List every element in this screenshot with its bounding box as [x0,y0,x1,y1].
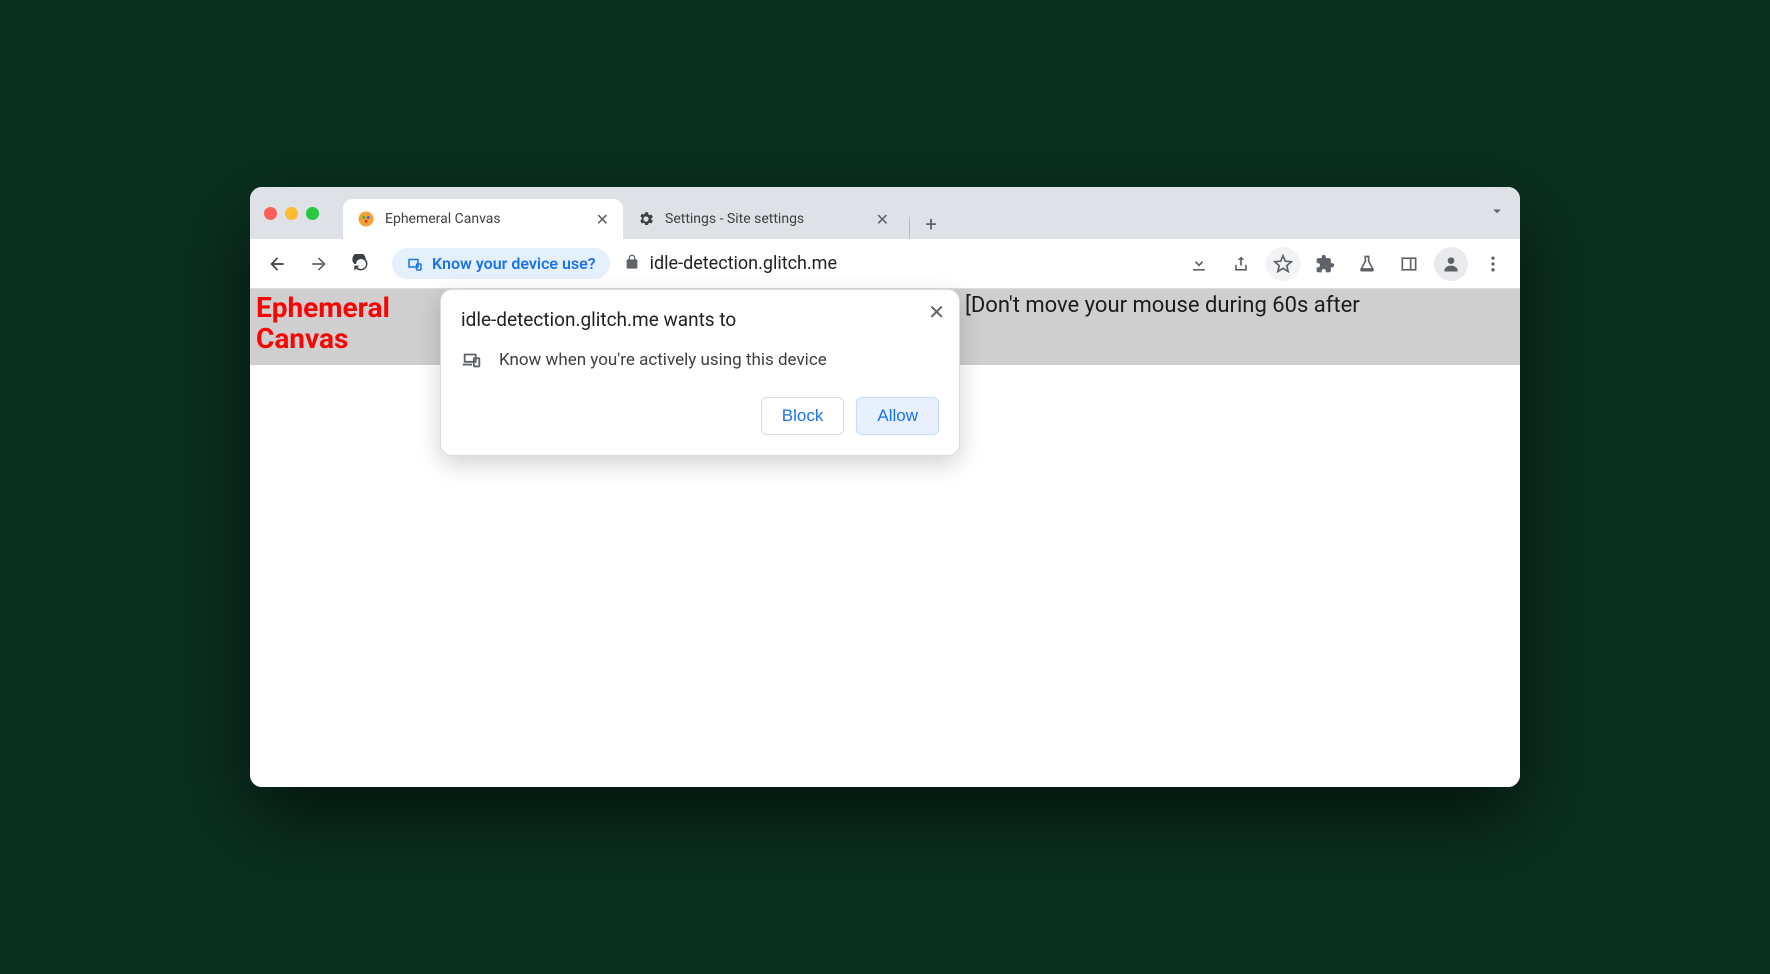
reload-button[interactable] [344,247,378,281]
maximize-window-button[interactable] [306,207,319,220]
tab-settings[interactable]: Settings - Site settings ✕ [623,199,903,239]
lock-icon[interactable] [624,254,640,274]
close-icon[interactable]: ✕ [928,300,945,324]
tab-title: Ephemeral Canvas [385,211,586,227]
profile-avatar-icon[interactable] [1434,247,1468,281]
forward-button[interactable] [302,247,336,281]
browser-window: Ephemeral Canvas ✕ Settings - Site setti… [250,187,1520,787]
page-title: Ephemeral Canvas [250,293,430,355]
permission-prompt: ✕ idle-detection.glitch.me wants to Know… [440,289,960,456]
permission-item: Know when you're actively using this dev… [461,349,939,371]
back-button[interactable] [260,247,294,281]
permission-chip[interactable]: Know your device use? [392,248,610,279]
permission-actions: Block Allow [461,397,939,435]
block-button[interactable]: Block [761,397,845,435]
close-tab-icon[interactable]: ✕ [596,210,609,229]
favicon-icon [357,210,375,228]
side-panel-icon[interactable] [1392,247,1426,281]
titlebar: Ephemeral Canvas ✕ Settings - Site setti… [250,187,1520,239]
labs-icon[interactable] [1350,247,1384,281]
menu-icon[interactable] [1476,247,1510,281]
page-description: [Don't move your mouse during 60s after [965,293,1360,318]
share-icon[interactable] [1224,247,1258,281]
page-content: Ephemeral Canvas [Don't move your mouse … [250,289,1520,787]
tab-strip: Ephemeral Canvas ✕ Settings - Site setti… [343,187,1478,239]
permission-title: idle-detection.glitch.me wants to [461,308,939,331]
close-window-button[interactable] [264,207,277,220]
bookmark-star-icon[interactable] [1266,247,1300,281]
devices-icon [461,349,483,371]
allow-button[interactable]: Allow [856,397,939,435]
tab-ephemeral-canvas[interactable]: Ephemeral Canvas ✕ [343,199,623,239]
tab-title: Settings - Site settings [665,211,866,227]
toolbar: Know your device use? idle-detection.gli… [250,239,1520,289]
downloads-icon[interactable] [1182,247,1216,281]
minimize-window-button[interactable] [285,207,298,220]
tab-separator [909,217,910,239]
window-controls [264,207,319,220]
new-tab-button[interactable]: + [916,209,946,239]
close-tab-icon[interactable]: ✕ [876,210,889,229]
address-bar[interactable]: Know your device use? idle-detection.gli… [392,248,837,279]
chip-label: Know your device use? [432,254,596,273]
url-text: idle-detection.glitch.me [650,253,837,274]
extensions-icon[interactable] [1308,247,1342,281]
permission-text: Know when you're actively using this dev… [499,350,827,370]
chevron-down-icon[interactable] [1488,202,1506,224]
gear-icon [637,210,655,228]
